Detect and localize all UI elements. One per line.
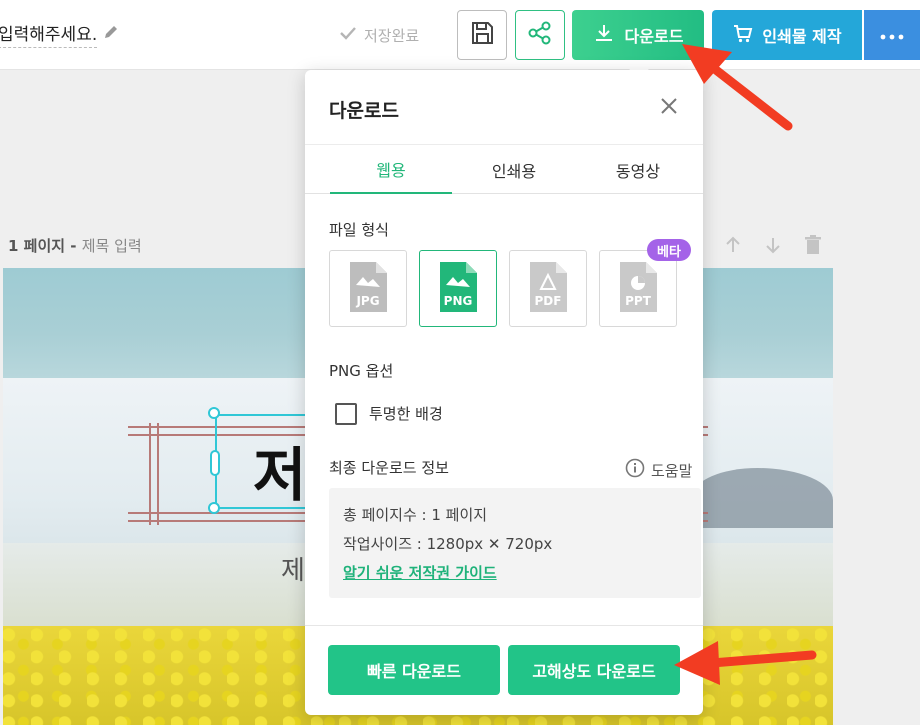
pencil-icon[interactable]	[103, 24, 119, 45]
check-icon	[338, 23, 358, 47]
copyright-guide-link[interactable]: 알기 쉬운 저작권 가이드	[343, 562, 497, 583]
ppt-label: PPT	[625, 294, 652, 308]
share-button[interactable]	[515, 10, 565, 60]
transparent-background-checkbox[interactable]	[335, 403, 357, 425]
hq-download-button[interactable]: 고해상도 다운로드	[508, 645, 680, 695]
page-title-input[interactable]: 제목 입력	[82, 237, 142, 255]
pdf-label: PDF	[535, 294, 562, 308]
png-label: PNG	[444, 294, 473, 308]
file-format-label: 파일 형식	[329, 221, 389, 239]
document-title-text[interactable]: 입력해주세요.	[0, 20, 98, 48]
trash-icon[interactable]	[802, 234, 824, 260]
tab-print[interactable]: 인쇄용	[453, 145, 575, 194]
transparent-background-label[interactable]: 투명한 배경	[369, 403, 443, 424]
panel-footer-divider	[305, 625, 703, 626]
format-pdf-option[interactable]: PDF	[509, 250, 587, 327]
format-png-option[interactable]: PNG	[419, 250, 497, 327]
share-icon	[527, 20, 553, 50]
selection-box[interactable]	[215, 414, 315, 509]
floppy-disk-icon	[469, 20, 495, 50]
png-options-label: PNG 옵션	[329, 362, 394, 380]
canvas-hill	[693, 468, 833, 528]
page-number: 1 페이지	[8, 237, 66, 255]
ppt-file-icon: PPT	[617, 261, 659, 317]
download-info-box: 총 페이지수 : 1 페이지 작업사이즈 : 1280px ✕ 720px 알기…	[329, 488, 701, 598]
annotation-arrow-hq	[674, 641, 817, 685]
final-info-label: 최종 다운로드 정보	[329, 459, 449, 477]
download-icon	[593, 22, 615, 48]
page-label: 1 페이지 - 제목 입력	[8, 235, 142, 256]
jpg-file-icon: JPG	[347, 261, 389, 317]
format-jpg-option[interactable]: JPG	[329, 250, 407, 327]
png-file-icon: PNG	[437, 261, 479, 317]
document-title[interactable]: 입력해주세요.	[0, 20, 119, 48]
page-tools	[722, 234, 824, 260]
download-panel: 다운로드 웹용 인쇄용 동영상 파일 형식 JPG PNG PDF PPT 베타…	[305, 70, 703, 715]
download-tabs: 웹용 인쇄용 동영상	[305, 144, 703, 194]
resize-handle-bottom-left[interactable]	[208, 502, 220, 514]
arrow-down-icon[interactable]	[762, 234, 784, 260]
arrow-up-icon[interactable]	[722, 234, 744, 260]
jpg-label: JPG	[355, 294, 379, 308]
tab-web[interactable]: 웹용	[330, 145, 452, 194]
resize-handle-top-left[interactable]	[208, 407, 220, 419]
page-label-separator: -	[65, 237, 82, 255]
total-pages-text: 총 페이지수 : 1 페이지	[343, 506, 488, 524]
tab-video[interactable]: 동영상	[577, 145, 699, 194]
beta-badge: 베타	[647, 239, 691, 261]
pdf-file-icon: PDF	[527, 261, 569, 317]
save-status-label: 저장완료	[364, 26, 420, 45]
work-size-text: 작업사이즈 : 1280px ✕ 720px	[343, 535, 553, 553]
help-link[interactable]: 도움말	[625, 458, 692, 482]
ellipsis-icon	[879, 26, 905, 45]
canvas-subtitle-text[interactable]: 제	[281, 550, 305, 587]
help-label[interactable]: 도움말	[651, 460, 692, 481]
panel-title: 다운로드	[329, 100, 399, 122]
more-button[interactable]	[864, 10, 920, 60]
annotation-arrow-download	[682, 44, 793, 131]
resize-handle-middle-left[interactable]	[210, 450, 220, 476]
info-icon	[625, 458, 645, 482]
format-ppt-option[interactable]: PPT	[599, 250, 677, 327]
save-button[interactable]	[457, 10, 507, 60]
fast-download-button[interactable]: 빠른 다운로드	[328, 645, 500, 695]
save-status: 저장완료	[338, 22, 419, 48]
